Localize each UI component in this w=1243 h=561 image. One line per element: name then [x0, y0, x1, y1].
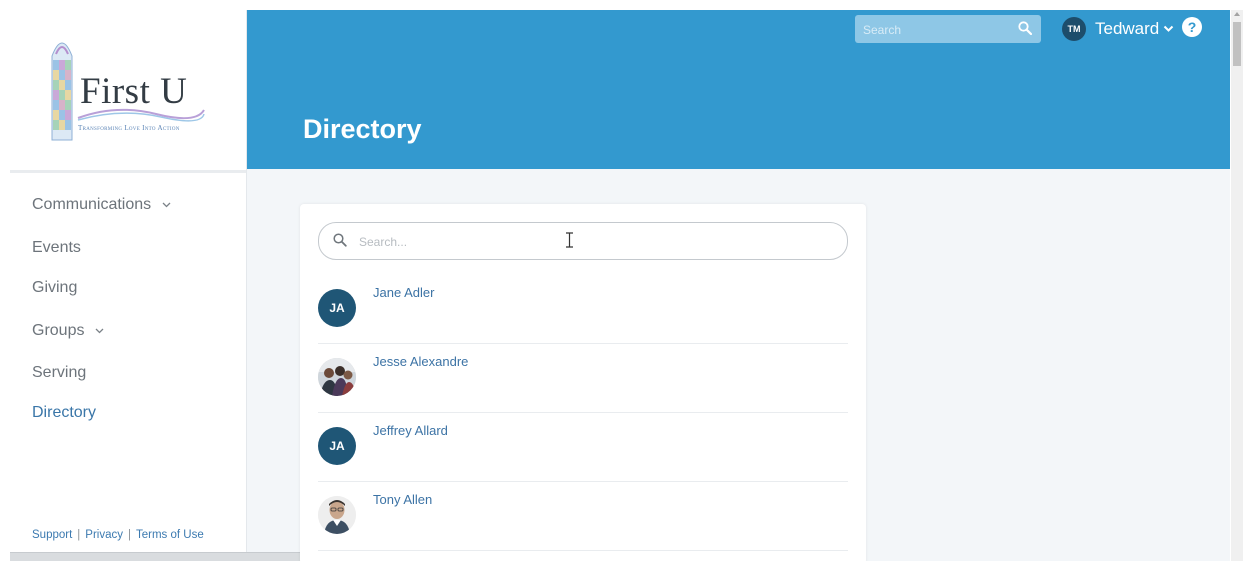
sidebar: First U Transforming Love Into Action Co… [10, 10, 420, 561]
nav-item-label: Serving [32, 364, 87, 381]
avatar: JA [318, 289, 356, 327]
directory-row-jane-adler[interactable]: JA Jane Adler [318, 274, 848, 344]
text-cursor-icon [566, 232, 573, 248]
directory-row-jesse-alexandre[interactable]: Jesse Alexandre [318, 343, 848, 413]
footer-separator: | [77, 529, 81, 541]
photo-person-icon [318, 496, 356, 534]
avatar: JA [318, 427, 356, 465]
nav-item-giving[interactable]: Giving [32, 279, 77, 297]
support-link[interactable]: Support [32, 529, 72, 541]
nav-item-events[interactable]: Events [32, 239, 81, 257]
scroll-up-arrow-icon[interactable] [1234, 12, 1240, 16]
search-icon [333, 233, 347, 247]
nav-item-directory[interactable]: Directory [32, 404, 96, 422]
person-name[interactable]: Jesse Alexandre [373, 354, 468, 369]
directory-search [318, 222, 848, 260]
brand-logo[interactable]: First U Transforming Love Into Action [10, 10, 246, 173]
stained-glass-window-icon [51, 42, 73, 141]
nav-item-label: Communications [32, 196, 152, 213]
app-frame: First U Transforming Love Into Action Co… [10, 10, 1230, 561]
person-name[interactable]: Tony Allen [373, 492, 432, 507]
swoosh-icon [77, 108, 205, 122]
footer-separator: | [127, 529, 131, 541]
user-avatar[interactable]: TM [1062, 17, 1086, 41]
chevron-down-icon[interactable] [1163, 25, 1174, 33]
page-header: TM Tedward ? Directory [247, 10, 1230, 169]
page-title: Directory [303, 114, 422, 144]
brand-tagline: Transforming Love Into Action [78, 124, 180, 132]
person-name[interactable]: Jane Adler [373, 285, 434, 300]
privacy-link[interactable]: Privacy [85, 529, 123, 541]
person-name[interactable]: Jeffrey Allard [373, 423, 448, 438]
nav-item-communications[interactable]: Communications [32, 196, 171, 214]
avatar [318, 358, 356, 396]
avatar [318, 496, 356, 534]
page-scrollbar[interactable] [1231, 10, 1243, 561]
nav-item-label: Groups [32, 322, 85, 339]
directory-row-jeffrey-allard[interactable]: JA Jeffrey Allard [318, 412, 848, 482]
directory-row-tony-allen[interactable]: Tony Allen [318, 481, 848, 551]
nav-item-serving[interactable]: Serving [32, 364, 86, 382]
directory-card: JA Jane Adler Jesse Alexandre JA J [300, 204, 866, 561]
chevron-down-icon [162, 202, 171, 208]
nav-item-label: Events [32, 239, 81, 256]
user-menu[interactable]: Tedward [1095, 19, 1159, 39]
directory-search-input[interactable] [357, 231, 831, 253]
nav-item-label: Directory [32, 404, 97, 421]
help-icon[interactable]: ? [1182, 17, 1202, 37]
search-icon[interactable] [1018, 21, 1032, 35]
scroll-thumb[interactable] [1233, 22, 1241, 66]
terms-link[interactable]: Terms of Use [136, 529, 204, 541]
nav-item-groups[interactable]: Groups [32, 322, 104, 340]
footer-links: Support | Privacy | Terms of Use [32, 529, 204, 541]
header-search-input[interactable] [861, 19, 1015, 41]
nav-item-label: Giving [32, 279, 78, 296]
chevron-down-icon [95, 328, 104, 334]
header-search [855, 15, 1041, 43]
photo-group-icon [318, 358, 356, 396]
